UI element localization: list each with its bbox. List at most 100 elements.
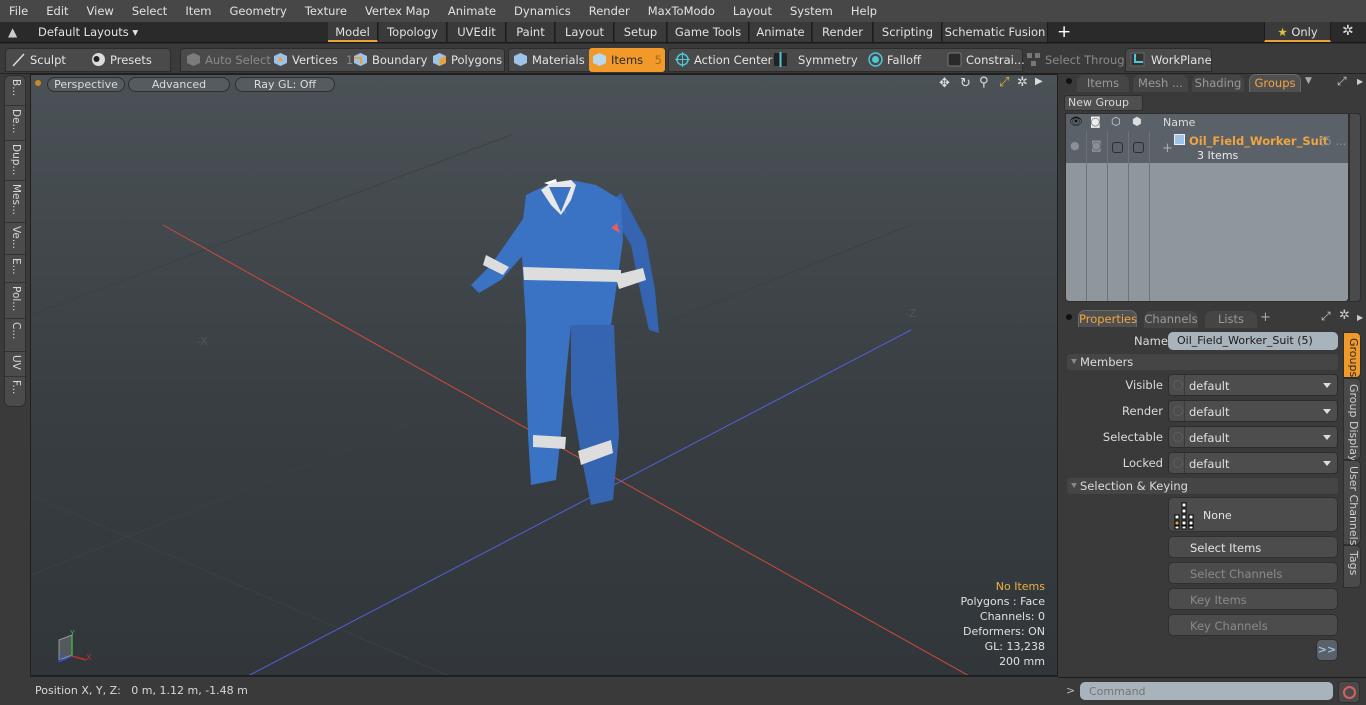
tab-uvedit[interactable]: UVEdit — [448, 22, 506, 42]
maximize-icon[interactable]: ⤢ — [1337, 74, 1347, 89]
tab-game-tools[interactable]: Game Tools — [668, 22, 749, 42]
visible-dropdown[interactable]: default — [1168, 374, 1338, 396]
record-button[interactable] — [1338, 681, 1360, 703]
falloff-button[interactable]: Falloff — [865, 48, 941, 72]
tab-model[interactable]: Model — [328, 22, 378, 42]
only-toggle[interactable]: ★ Only — [1264, 22, 1331, 42]
add-properties-tab-button[interactable]: + — [1260, 310, 1271, 325]
symmetry-button[interactable]: Symmetry — [770, 48, 862, 72]
tab-scripting[interactable]: Scripting — [874, 22, 942, 42]
left-tab-mesh[interactable]: Mes... — [5, 181, 27, 223]
panel-dot-icon[interactable] — [1066, 78, 1072, 84]
auto-select-button[interactable]: Auto Select — [183, 48, 271, 72]
properties-dot-icon[interactable] — [1066, 314, 1072, 320]
row-selectable-checkbox[interactable] — [1112, 142, 1123, 153]
key-items-button[interactable]: Key Items — [1168, 588, 1338, 610]
tab-menu-chevron-icon[interactable]: ▼ — [1305, 76, 1312, 86]
tab-layout[interactable]: Layout — [556, 22, 614, 42]
left-tab-uv[interactable]: UV — [5, 352, 27, 377]
tab-items[interactable]: Items — [1077, 75, 1129, 92]
row-render-icon[interactable]: ◙ — [1091, 139, 1102, 152]
command-input[interactable] — [1080, 682, 1333, 700]
gear-icon[interactable]: ✲ — [1342, 23, 1354, 39]
menu-select[interactable]: Select — [123, 4, 176, 18]
tab-properties[interactable]: Properties — [1078, 310, 1137, 327]
polygons-button[interactable]: Polygons — [429, 48, 505, 72]
menu-dynamics[interactable]: Dynamics — [505, 4, 580, 18]
menu-file[interactable]: File — [0, 4, 37, 18]
presets-button[interactable]: Presets — [88, 48, 168, 72]
new-group-button[interactable]: New Group — [1064, 95, 1143, 111]
key-channels-button[interactable]: Key Channels — [1168, 614, 1338, 636]
menu-render[interactable]: Render — [580, 4, 639, 18]
channel-dot-icon[interactable] — [1173, 432, 1183, 442]
menu-geometry[interactable]: Geometry — [221, 4, 296, 18]
boundary-button[interactable]: Boundary — [350, 48, 427, 72]
side-tab-groups[interactable]: Groups — [1343, 332, 1361, 378]
menu-edit[interactable]: Edit — [37, 4, 77, 18]
menu-help[interactable]: Help — [842, 4, 886, 18]
channel-dot-icon[interactable] — [1173, 458, 1183, 468]
panel-more-icon[interactable]: ▶ — [1357, 77, 1363, 86]
collapse-up-icon[interactable]: ▲ — [8, 25, 17, 39]
menu-view[interactable]: View — [78, 4, 123, 18]
menu-system[interactable]: System — [781, 4, 842, 18]
add-tab-button[interactable]: + — [1057, 22, 1071, 42]
tab-schematic-fusion[interactable]: Schematic Fusion — [943, 22, 1048, 42]
name-input[interactable]: Oil_Field_Worker_Suit (5) — [1168, 332, 1338, 350]
sculpt-button[interactable]: Sculpt — [8, 48, 83, 72]
tab-channels[interactable]: Channels — [1144, 311, 1198, 328]
more-button[interactable]: >> — [1316, 639, 1338, 661]
constraints-button[interactable]: Constrai... — [944, 48, 1025, 72]
group-row[interactable]: ● ◙ + Oil_Field_Worker_Suit (5 ... 3 Ite… — [1066, 131, 1348, 163]
side-tab-user-channels[interactable]: User Channels — [1343, 460, 1361, 545]
menu-maxtomodo[interactable]: MaxToModo — [639, 4, 724, 18]
render-dropdown[interactable]: default — [1168, 400, 1338, 422]
visibility-eye-icon[interactable]: 👁 — [1069, 115, 1083, 128]
menu-vertex-map[interactable]: Vertex Map — [356, 4, 439, 18]
select-through-button[interactable]: Select Through — [1023, 48, 1132, 72]
left-tab-deform[interactable]: De... — [5, 106, 27, 141]
workplane-button[interactable]: WorkPlane — [1127, 48, 1212, 72]
tab-topology[interactable]: Topology — [379, 22, 447, 42]
tab-lists[interactable]: Lists — [1205, 311, 1257, 328]
side-tab-tags[interactable]: Tags — [1343, 545, 1361, 588]
row-visibility-icon[interactable]: ● — [1070, 139, 1080, 152]
materials-button[interactable]: Materials — [510, 48, 586, 72]
hierarchy-none-button[interactable]: None — [1168, 497, 1338, 532]
default-layouts-dropdown[interactable]: Default Layouts ▾ — [38, 25, 138, 39]
channel-dot-icon[interactable] — [1173, 380, 1183, 390]
menu-item[interactable]: Item — [176, 4, 220, 18]
menu-texture[interactable]: Texture — [296, 4, 356, 18]
lock-cube-icon[interactable]: ⬢ — [1132, 115, 1142, 128]
selection-keying-section-header[interactable]: Selection & Keying — [1067, 478, 1338, 494]
action-center-button[interactable]: Action Center — [672, 48, 772, 72]
groups-scrollbar[interactable] — [1349, 113, 1361, 302]
select-items-button[interactable]: Select Items — [1168, 536, 1338, 558]
3d-viewport[interactable]: Perspective Advanced Ray GL: Off ✥ ↻ ⚲ ⤢… — [30, 74, 1058, 676]
properties-more-icon[interactable]: ▶ — [1357, 313, 1363, 322]
tab-animate[interactable]: Animate — [750, 22, 812, 42]
locked-dropdown[interactable]: default — [1168, 452, 1338, 474]
row-lock-checkbox[interactable] — [1133, 142, 1144, 153]
vertices-button[interactable]: Vertices 1 — [270, 48, 353, 72]
tab-setup[interactable]: Setup — [615, 22, 667, 42]
properties-maximize-icon[interactable]: ⤢ — [1321, 309, 1331, 324]
left-tab-vertex[interactable]: Ve... — [5, 223, 27, 255]
left-tab-fusion[interactable]: F... — [5, 377, 27, 407]
channel-dot-icon[interactable] — [1173, 406, 1183, 416]
tab-shading[interactable]: Shading — [1192, 75, 1244, 92]
items-button[interactable]: Items 5 — [589, 48, 665, 72]
side-tab-group-display[interactable]: Group Display — [1343, 378, 1361, 462]
properties-gear-icon[interactable]: ✲ — [1339, 308, 1350, 323]
selectable-dropdown[interactable]: default — [1168, 426, 1338, 448]
render-camera-icon[interactable]: ◙ — [1090, 115, 1101, 128]
left-tab-basic[interactable]: B... — [5, 76, 27, 106]
coverall-suit-model[interactable] — [471, 179, 659, 505]
select-channels-button[interactable]: Select Channels — [1168, 562, 1338, 584]
menu-animate[interactable]: Animate — [439, 4, 505, 18]
tab-render[interactable]: Render — [813, 22, 873, 42]
expand-plus-icon[interactable]: + — [1162, 141, 1173, 156]
tab-mesh[interactable]: Mesh ... — [1133, 75, 1188, 92]
left-tab-edge[interactable]: E... — [5, 255, 27, 283]
